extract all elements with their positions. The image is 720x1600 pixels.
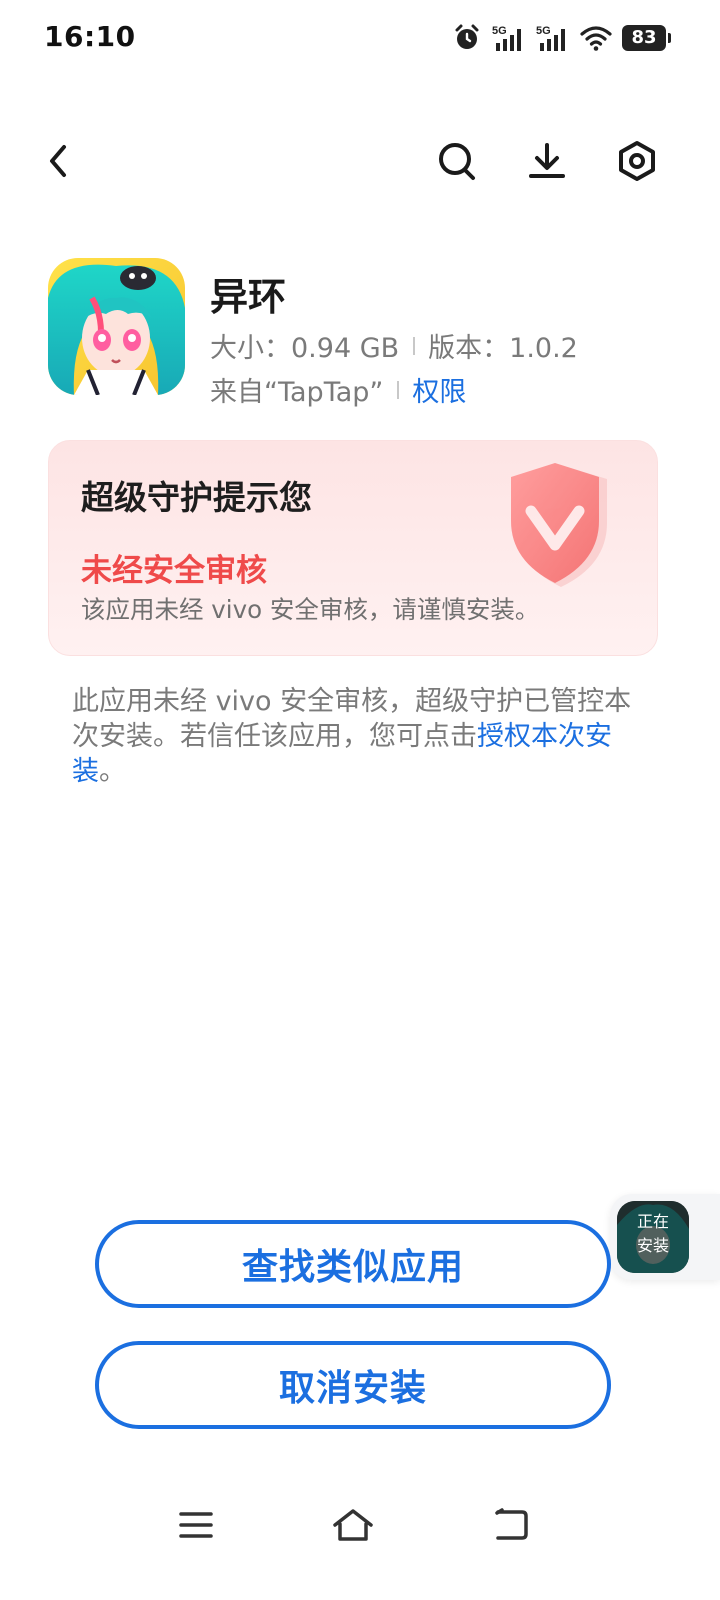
recent-apps-button[interactable] [171, 1500, 221, 1550]
home-button[interactable] [328, 1500, 378, 1550]
app-version: 版本：1.0.2 [428, 333, 578, 364]
installing-label-line1: 正在 [636, 1212, 669, 1231]
wifi-icon [580, 26, 612, 51]
battery-icon: 83 [622, 25, 671, 51]
download-button[interactable] [524, 138, 570, 184]
app-icon [48, 258, 185, 395]
shield-v-icon [511, 463, 607, 587]
notice-end: 。 [99, 756, 126, 787]
signal-5g-icon: 5G [492, 25, 521, 51]
status-time: 16:10 [44, 20, 136, 53]
installing-label: 正在 安装 [617, 1210, 689, 1258]
app-name: 异环 [210, 275, 287, 319]
permissions-link[interactable]: 权限 [412, 370, 466, 409]
app-source: 来自“TapTap” [210, 377, 384, 408]
status-bar: 16:10 5G 5G 83 [0, 0, 720, 76]
security-warning-card: 超级守护提示您 未经安全审核 该应用未经 vivo 安全审核，请谨慎安装。 [48, 440, 658, 656]
app-meta-size-version: 大小：0.94 GB 版本：1.0.2 [210, 326, 578, 365]
back-button[interactable] [36, 138, 82, 184]
warning-status: 未经安全审核 [81, 553, 267, 589]
install-notice: 此应用未经 vivo 安全审核，超级守护已管控本次安装。若信任该应用，您可点击授… [72, 684, 652, 789]
app-meta-source: 来自“TapTap” 权限 [210, 370, 466, 409]
installing-floating-widget[interactable]: 正在 安装 [610, 1194, 720, 1280]
meta-divider [397, 380, 400, 399]
back-icon [495, 1508, 528, 1540]
system-back-button[interactable] [486, 1500, 536, 1550]
find-similar-apps-button[interactable]: 查找类似应用 [95, 1220, 611, 1308]
alarm-icon [455, 24, 479, 49]
home-icon [333, 1509, 373, 1541]
cancel-install-button[interactable]: 取消安装 [95, 1341, 611, 1429]
warning-title: 超级守护提示您 [81, 478, 312, 517]
svg-text:5G: 5G [536, 25, 551, 37]
search-button[interactable] [434, 138, 480, 184]
app-size: 大小：0.94 GB [210, 333, 400, 364]
meta-divider [413, 336, 416, 355]
menu-icon [179, 1512, 213, 1538]
installing-label-line2: 安装 [636, 1236, 669, 1255]
settings-hexagon-icon [619, 141, 655, 181]
settings-button[interactable] [614, 138, 660, 184]
signal-5g-icon: 5G [536, 25, 565, 51]
status-icons: 5G 5G 83 [452, 22, 671, 54]
search-icon [439, 143, 475, 180]
back-arrow-icon [50, 145, 66, 177]
warning-description: 该应用未经 vivo 安全审核，请谨慎安装。 [81, 595, 540, 624]
svg-text:5G: 5G [492, 25, 507, 37]
download-icon [529, 143, 565, 178]
